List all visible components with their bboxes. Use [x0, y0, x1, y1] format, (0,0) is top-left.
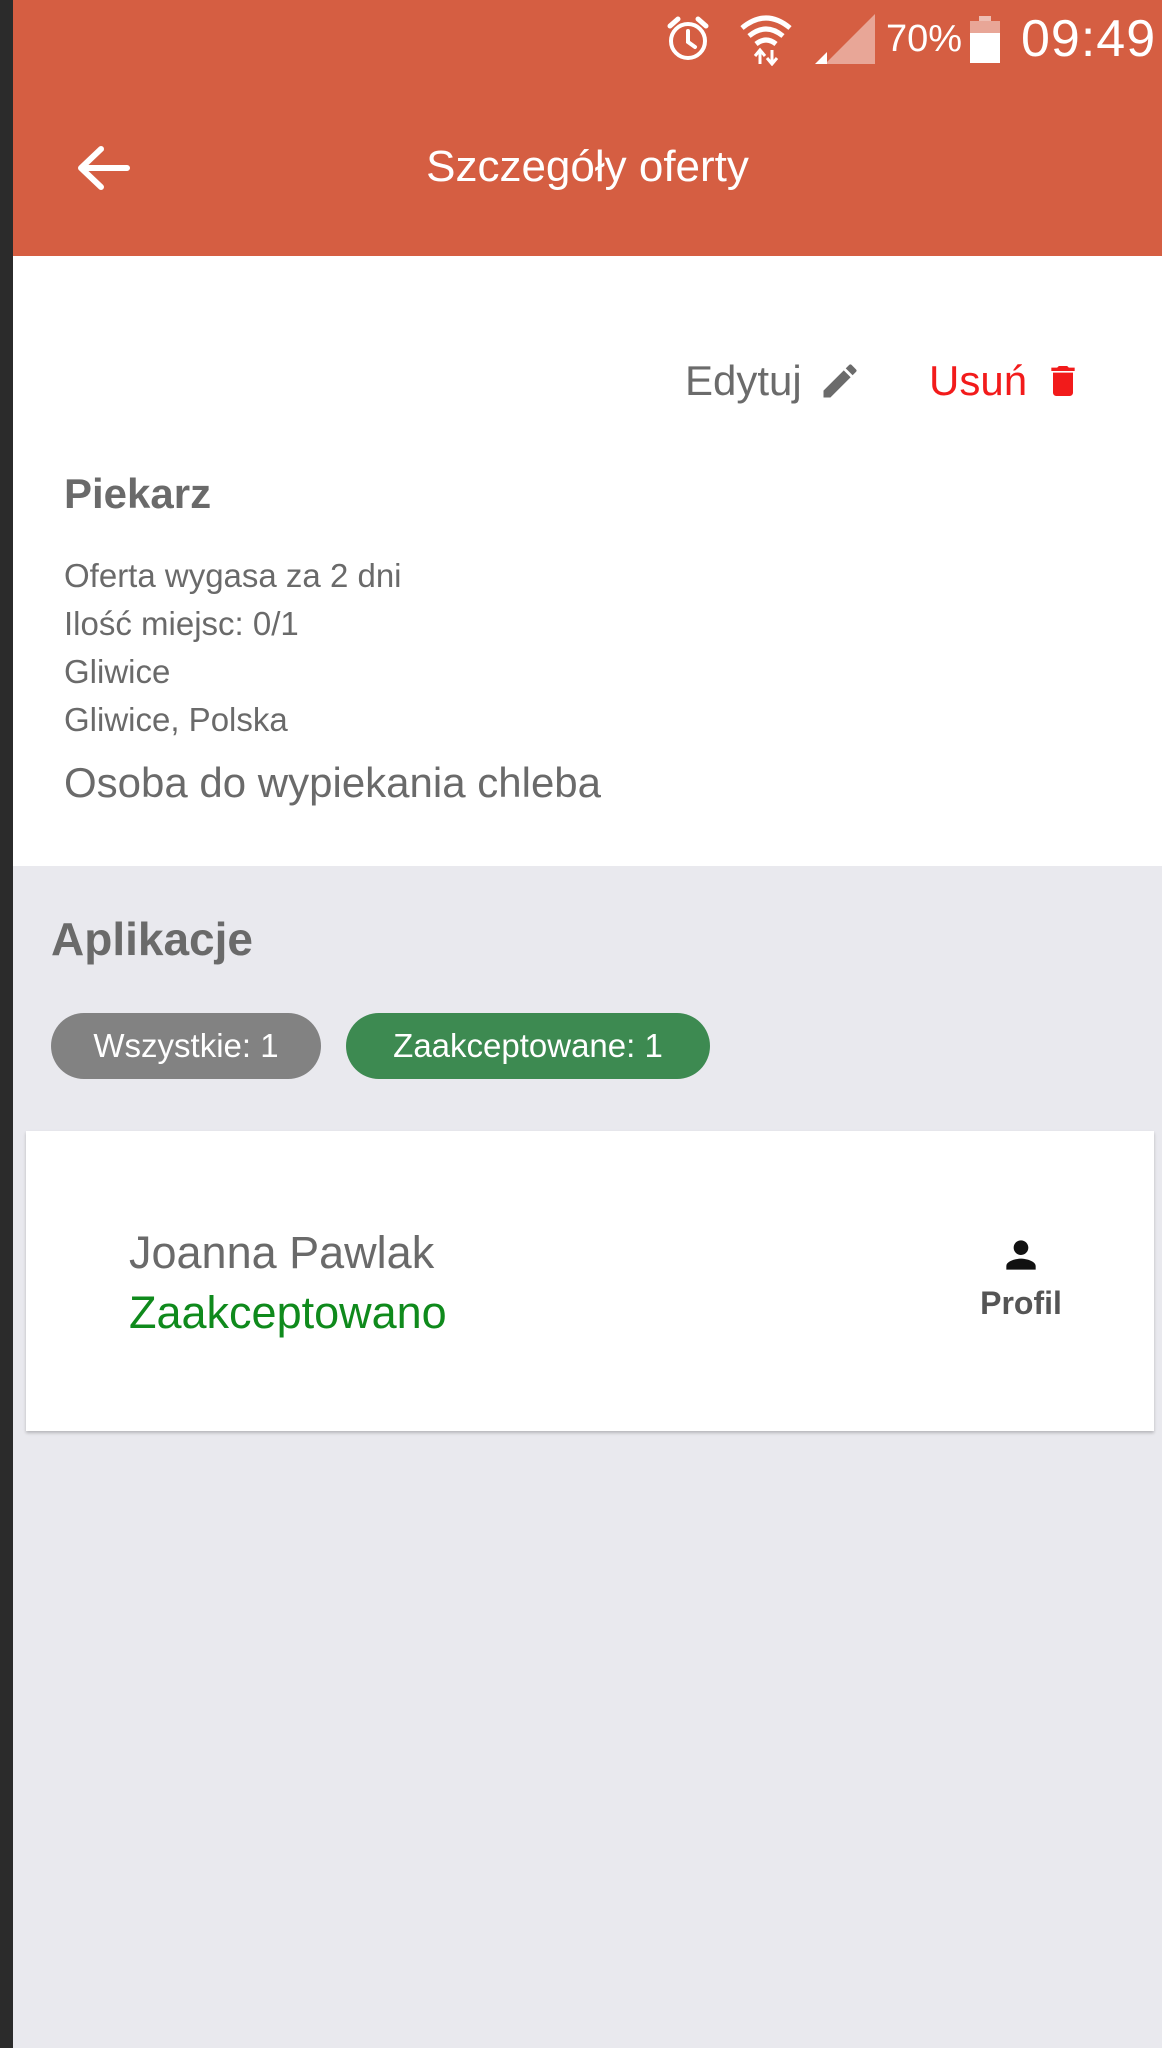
- cell-signal-icon: [811, 0, 881, 78]
- battery-icon: [969, 0, 1003, 78]
- offer-meta: Oferta wygasa za 2 dni Ilość miejsc: 0/1…: [64, 552, 402, 744]
- app-bar: Szczegóły oferty: [13, 78, 1162, 256]
- screen: 70% 09:49 Szczegóły oferty Edytuj Usuń P…: [13, 0, 1162, 2048]
- edit-button[interactable]: Edytuj: [685, 346, 862, 416]
- status-time: 09:49: [1021, 10, 1157, 68]
- wifi-icon: [738, 0, 794, 78]
- back-button[interactable]: [63, 128, 143, 208]
- applicant-name: Joanna Pawlak: [129, 1227, 435, 1278]
- edit-label: Edytuj: [685, 357, 802, 404]
- page-title: Szczegóły oferty: [426, 142, 749, 191]
- applications-title: Aplikacje: [51, 913, 253, 965]
- person-icon: [1006, 1240, 1036, 1270]
- offer-city: Gliwice: [64, 653, 171, 690]
- filter-chip-accepted[interactable]: Zaakceptowane: 1: [346, 1013, 710, 1079]
- application-status: Zaakceptowano: [129, 1287, 447, 1338]
- offer-details-card: Edytuj Usuń Piekarz Oferta wygasa za 2 d…: [13, 256, 1162, 866]
- alarm-icon: [664, 0, 714, 78]
- status-bar: 70% 09:49: [13, 0, 1162, 78]
- filter-chip-all[interactable]: Wszystkie: 1: [51, 1013, 321, 1079]
- pencil-icon: [823, 364, 857, 398]
- offer-expiry: Oferta wygasa za 2 dni: [64, 557, 402, 594]
- battery-percent: 70%: [886, 17, 963, 60]
- application-card: Joanna Pawlak Zaakceptowano Profil: [26, 1131, 1154, 1431]
- profile-button[interactable]: Profil: [966, 1233, 1076, 1343]
- delete-button[interactable]: Usuń: [929, 346, 1083, 416]
- trash-icon: [1051, 366, 1075, 396]
- offer-title: Piekarz: [64, 470, 212, 517]
- offer-description: Osoba do wypiekania chleba: [64, 759, 602, 806]
- arrow-left-icon: [78, 146, 130, 190]
- offer-location: Gliwice, Polska: [64, 701, 288, 738]
- offer-slots: Ilość miejsc: 0/1: [64, 605, 299, 642]
- profile-label: Profil: [980, 1285, 1062, 1321]
- delete-label: Usuń: [929, 357, 1028, 404]
